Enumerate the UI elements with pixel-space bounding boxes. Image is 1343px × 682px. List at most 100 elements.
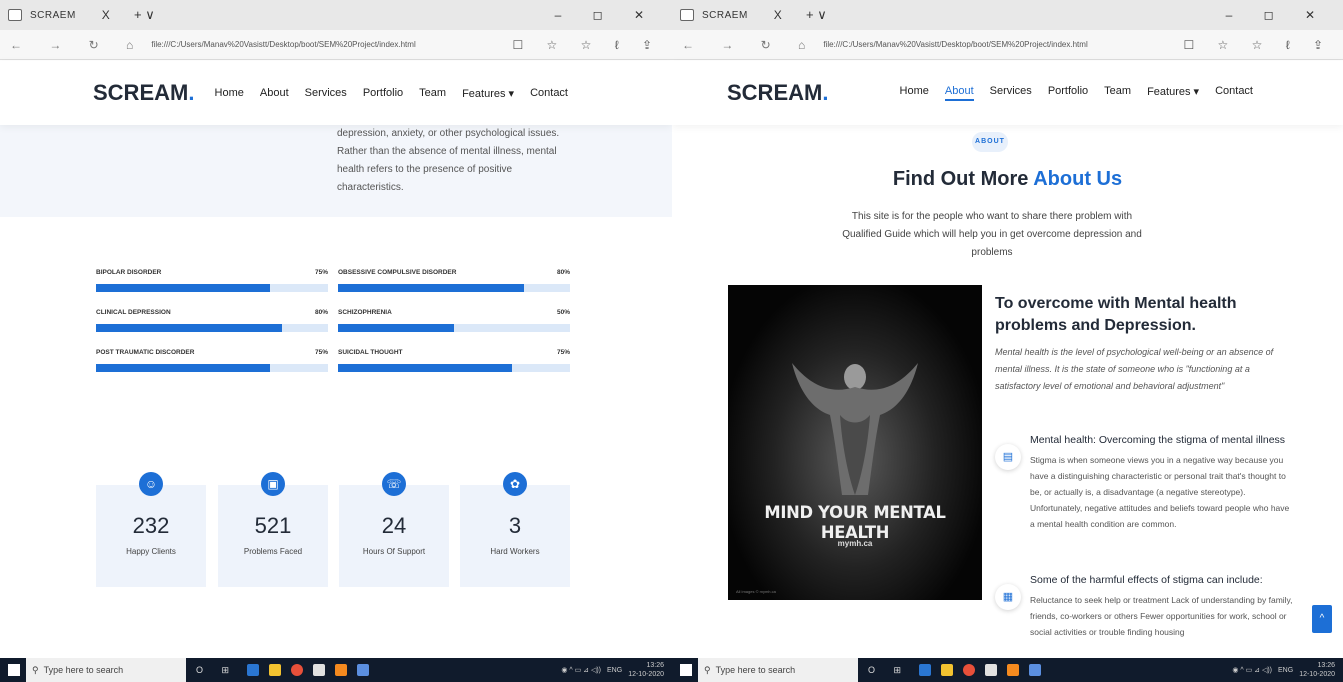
url-field[interactable]: file:///C:/Users/Manav%20Vasistt/Desktop… [151,40,415,49]
stat-label: Problems Faced [243,547,303,556]
skill-percent: 80% [314,309,328,316]
stat-number: 232 [132,513,170,538]
task-view-icon[interactable]: O ⊞ [196,665,237,676]
menu-item-about[interactable]: About [944,85,974,101]
taskbar-clock[interactable]: 13:26 12-10-2020 [628,661,664,679]
skill-progress-fill [96,364,270,372]
menu-item-contact[interactable]: Contact [530,87,568,100]
menu-item-home[interactable]: Home [900,85,929,101]
url-field[interactable]: file:///C:/Users/Manav%20Vasistt/Desktop… [823,40,1087,49]
skill-name: BIPOLAR DISORDER [96,269,162,276]
back-to-top-button[interactable]: ^ [1312,605,1332,633]
store-app-icon[interactable] [985,664,998,676]
clock-date: 12-10-2020 [628,671,664,678]
window-controls[interactable]: – ◻ ✕ [1226,8,1329,22]
store-app-icon[interactable] [313,664,326,676]
taskbar-search[interactable]: ⚲ Type here to search [26,658,186,682]
app-icon[interactable] [357,664,370,676]
edge-app-icon[interactable] [919,664,932,676]
tab-actions-icon[interactable] [8,9,22,21]
menu-item-home[interactable]: Home [215,87,244,100]
skill-item: SCHIZOPHRENIA 50% [338,309,570,332]
site-logo[interactable]: SCREAM. [727,80,828,106]
clock-time: 13:26 [1317,662,1335,669]
stat-card: ▣ 521 Problems Faced [218,472,328,587]
menu-item-features[interactable]: Features ▾ [1147,85,1199,101]
skills-section: BIPOLAR DISORDER 75% OBSESSIVE COMPULSIVE… [0,217,672,417]
skill-progress-fill [338,284,524,292]
new-tab-icon[interactable]: + ∨ [806,7,827,23]
app-icon[interactable] [1029,664,1042,676]
title-plain: Find Out More [892,168,1029,190]
site-header: SCREAM. Home About Services Portfolio Te… [672,61,1343,125]
intro-text: depression, anxiety, or other psychologi… [337,128,560,193]
poster-footer: All images © mymh.ca [736,589,776,594]
task-view-icon[interactable]: O ⊞ [868,665,909,676]
feature-item: ▦ Some of the harmful effects of stigma … [995,574,1295,640]
taskbar-clock[interactable]: 13:26 12-10-2020 [1299,661,1335,679]
feature-text: Stigma is when someone views you in a ne… [1030,455,1290,529]
skill-progress-bar [96,284,328,292]
navigation-icons[interactable]: ← → ↻ ⌂ [10,38,145,52]
menu-item-services[interactable]: Services [990,85,1032,101]
main-menu: Home About Services Portfolio Team Featu… [900,85,1253,101]
vlc-app-icon[interactable] [1007,664,1020,676]
file-explorer-icon[interactable] [269,664,282,676]
system-tray: ◉ ^ ▭ ⊿ ◁)) ENG 13:26 12-10-2020 [561,661,664,679]
address-bar: ← → ↻ ⌂ file:///C:/Users/Manav%20Vasistt… [672,30,1343,60]
tab-actions-icon[interactable] [680,9,694,21]
skill-percent: 75% [314,269,328,276]
browser-tab[interactable]: SCRAEM X [702,4,802,26]
chrome-app-icon[interactable] [291,664,304,676]
language-indicator[interactable]: ENG [607,667,622,674]
skill-percent: 75% [314,349,328,356]
site-logo[interactable]: SCREAM. [93,80,194,106]
windows-start-icon[interactable] [680,664,692,676]
browser-tab[interactable]: SCRAEM X [30,4,130,26]
edge-app-icon[interactable] [247,664,260,676]
skill-progress-bar [96,324,328,332]
toolbar-icons[interactable]: ☐ ☆ ☆ ℓ ⇪ [512,38,662,52]
vlc-app-icon[interactable] [335,664,348,676]
poster-title: MIND YOUR MENTAL HEALTH [764,503,946,543]
skill-percent: 50% [556,309,570,316]
tray-icons[interactable]: ◉ ^ ▭ ⊿ ◁)) [561,666,601,674]
close-tab-icon[interactable]: X [102,8,110,22]
skill-name: SUICIDAL THOUGHT [338,349,403,356]
menu-item-team[interactable]: Team [419,87,446,100]
menu-item-portfolio[interactable]: Portfolio [363,87,403,100]
skill-progress-bar [96,364,328,372]
menu-item-features[interactable]: Features ▾ [462,87,514,100]
toolbar-icons[interactable]: ☐ ☆ ☆ ℓ ⇪ [1183,38,1333,52]
taskbar-apps [247,664,370,676]
navigation-icons[interactable]: ← → ↻ ⌂ [682,38,817,52]
tray-icons[interactable]: ◉ ^ ▭ ⊿ ◁)) [1232,666,1272,674]
stat-label: Hard Workers [490,547,540,556]
people-icon: ✿ [503,472,527,496]
window-controls[interactable]: – ◻ ✕ [555,8,658,22]
close-tab-icon[interactable]: X [774,8,782,22]
menu-item-contact[interactable]: Contact [1215,85,1253,101]
stat-card: ☏ 24 Hours Of Support [339,472,449,587]
address-bar: ← → ↻ ⌂ file:///C:/Users/Manav%20Vasistt… [0,30,672,60]
windows-start-icon[interactable] [8,664,20,676]
site-header: SCREAM. Home About Services Portfolio Te… [0,61,672,125]
taskbar-apps [919,664,1042,676]
stat-label: Hours Of Support [362,547,426,556]
menu-item-portfolio[interactable]: Portfolio [1048,85,1088,101]
skill-progress-bar [338,364,570,372]
skill-name: OBSESSIVE COMPULSIVE DISORDER [338,269,457,276]
new-tab-icon[interactable]: + ∨ [134,7,155,23]
menu-item-about[interactable]: About [260,87,289,100]
language-indicator[interactable]: ENG [1278,667,1293,674]
menu-item-services[interactable]: Services [305,87,347,100]
taskbar-search[interactable]: ⚲ Type here to search [698,658,858,682]
file-explorer-icon[interactable] [941,664,954,676]
muscular-figure-illustration [792,363,918,495]
headset-icon: ☏ [382,472,406,496]
chrome-app-icon[interactable] [963,664,976,676]
menu-item-team[interactable]: Team [1104,85,1131,101]
tab-bar: SCRAEM X + ∨ – ◻ ✕ [0,0,672,30]
section-badge: ABOUT [972,132,1008,152]
clock-time: 13:26 [646,662,664,669]
